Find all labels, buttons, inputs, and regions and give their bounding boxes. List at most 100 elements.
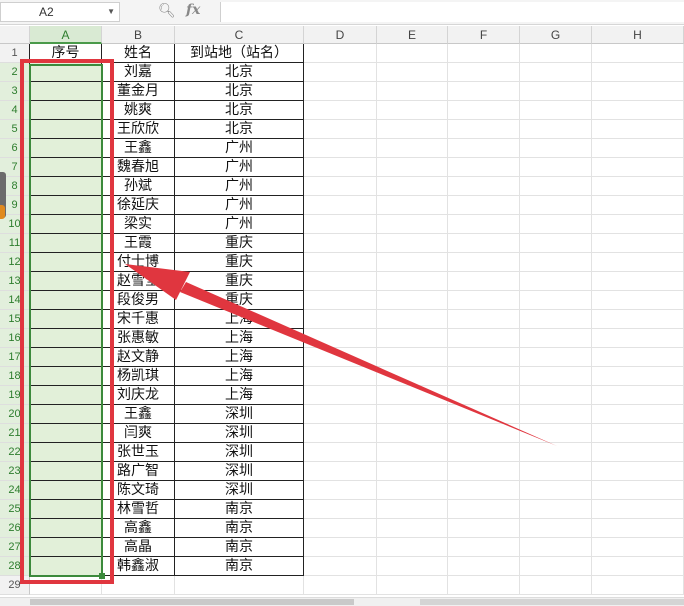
cell-d2[interactable] bbox=[304, 63, 377, 82]
cell-b11[interactable]: 王霞 bbox=[102, 234, 175, 253]
cell-g26[interactable] bbox=[520, 519, 592, 538]
row-header-11[interactable]: 11 bbox=[0, 234, 30, 253]
cell-h11[interactable] bbox=[592, 234, 684, 253]
cell-d5[interactable] bbox=[304, 120, 377, 139]
cell-b26[interactable]: 高鑫 bbox=[102, 519, 175, 538]
cell-d26[interactable] bbox=[304, 519, 377, 538]
row-header-27[interactable]: 27 bbox=[0, 538, 30, 557]
cell-h17[interactable] bbox=[592, 348, 684, 367]
cell-d22[interactable] bbox=[304, 443, 377, 462]
cell-e9[interactable] bbox=[377, 196, 448, 215]
cell-b28[interactable]: 韩鑫淑 bbox=[102, 557, 175, 576]
cell-a4[interactable] bbox=[30, 101, 102, 120]
cell-d13[interactable] bbox=[304, 272, 377, 291]
cell-b18[interactable]: 杨凯琪 bbox=[102, 367, 175, 386]
cell-f28[interactable] bbox=[448, 557, 520, 576]
cell-g1[interactable] bbox=[520, 44, 592, 63]
cell-b8[interactable]: 孙斌 bbox=[102, 177, 175, 196]
cell-c15[interactable]: 上海 bbox=[175, 310, 304, 329]
cell-f3[interactable] bbox=[448, 82, 520, 101]
cell-g20[interactable] bbox=[520, 405, 592, 424]
row-header-13[interactable]: 13 bbox=[0, 272, 30, 291]
cell-h14[interactable] bbox=[592, 291, 684, 310]
cell-a24[interactable] bbox=[30, 481, 102, 500]
row-header-1[interactable]: 1 bbox=[0, 44, 30, 63]
cell-c14[interactable]: 重庆 bbox=[175, 291, 304, 310]
cell-d15[interactable] bbox=[304, 310, 377, 329]
cell-b10[interactable]: 梁实 bbox=[102, 215, 175, 234]
cell-c8[interactable]: 广州 bbox=[175, 177, 304, 196]
cell-e16[interactable] bbox=[377, 329, 448, 348]
row-header-22[interactable]: 22 bbox=[0, 443, 30, 462]
cell-g19[interactable] bbox=[520, 386, 592, 405]
cell-g16[interactable] bbox=[520, 329, 592, 348]
cell-g7[interactable] bbox=[520, 158, 592, 177]
cell-c24[interactable]: 深圳 bbox=[175, 481, 304, 500]
cell-c23[interactable]: 深圳 bbox=[175, 462, 304, 481]
cell-b12[interactable]: 付士博 bbox=[102, 253, 175, 272]
cell-a25[interactable] bbox=[30, 500, 102, 519]
cell-b6[interactable]: 王鑫 bbox=[102, 139, 175, 158]
cell-c21[interactable]: 深圳 bbox=[175, 424, 304, 443]
cell-d18[interactable] bbox=[304, 367, 377, 386]
cell-a20[interactable] bbox=[30, 405, 102, 424]
row-header-10[interactable]: 10 bbox=[0, 215, 30, 234]
cell-e13[interactable] bbox=[377, 272, 448, 291]
cell-c18[interactable]: 上海 bbox=[175, 367, 304, 386]
cell-e20[interactable] bbox=[377, 405, 448, 424]
cell-d17[interactable] bbox=[304, 348, 377, 367]
fx-icon[interactable]: fx bbox=[186, 2, 200, 18]
cell-e5[interactable] bbox=[377, 120, 448, 139]
cell-h27[interactable] bbox=[592, 538, 684, 557]
row-header-2[interactable]: 2 bbox=[0, 63, 30, 82]
select-all-corner[interactable] bbox=[0, 26, 30, 44]
column-header-e[interactable]: E bbox=[377, 26, 448, 44]
cell-g6[interactable] bbox=[520, 139, 592, 158]
cell-a22[interactable] bbox=[30, 443, 102, 462]
cell-f13[interactable] bbox=[448, 272, 520, 291]
cell-d10[interactable] bbox=[304, 215, 377, 234]
cell-d3[interactable] bbox=[304, 82, 377, 101]
cell-h26[interactable] bbox=[592, 519, 684, 538]
cell-g29[interactable] bbox=[520, 576, 592, 595]
cell-d24[interactable] bbox=[304, 481, 377, 500]
cell-h2[interactable] bbox=[592, 63, 684, 82]
cell-e17[interactable] bbox=[377, 348, 448, 367]
row-header-15[interactable]: 15 bbox=[0, 310, 30, 329]
fill-handle[interactable] bbox=[99, 573, 105, 579]
cell-b9[interactable]: 徐延庆 bbox=[102, 196, 175, 215]
cell-h20[interactable] bbox=[592, 405, 684, 424]
cell-h8[interactable] bbox=[592, 177, 684, 196]
cell-h12[interactable] bbox=[592, 253, 684, 272]
cell-d8[interactable] bbox=[304, 177, 377, 196]
cell-f2[interactable] bbox=[448, 63, 520, 82]
cell-g5[interactable] bbox=[520, 120, 592, 139]
cell-h5[interactable] bbox=[592, 120, 684, 139]
cell-b13[interactable]: 赵雪莹 bbox=[102, 272, 175, 291]
cell-g13[interactable] bbox=[520, 272, 592, 291]
cell-h22[interactable] bbox=[592, 443, 684, 462]
cell-g3[interactable] bbox=[520, 82, 592, 101]
cell-e29[interactable] bbox=[377, 576, 448, 595]
cell-g21[interactable] bbox=[520, 424, 592, 443]
cell-a1[interactable]: 序号 bbox=[30, 44, 102, 63]
cell-e8[interactable] bbox=[377, 177, 448, 196]
cell-f6[interactable] bbox=[448, 139, 520, 158]
cell-h13[interactable] bbox=[592, 272, 684, 291]
cell-c5[interactable]: 北京 bbox=[175, 120, 304, 139]
cell-a12[interactable] bbox=[30, 253, 102, 272]
cell-b5[interactable]: 王欣欣 bbox=[102, 120, 175, 139]
cell-c12[interactable]: 重庆 bbox=[175, 253, 304, 272]
cell-e18[interactable] bbox=[377, 367, 448, 386]
cell-h29[interactable] bbox=[592, 576, 684, 595]
cell-e3[interactable] bbox=[377, 82, 448, 101]
cell-d1[interactable] bbox=[304, 44, 377, 63]
cell-f25[interactable] bbox=[448, 500, 520, 519]
cell-a2[interactable] bbox=[30, 63, 102, 82]
cell-d16[interactable] bbox=[304, 329, 377, 348]
cell-d11[interactable] bbox=[304, 234, 377, 253]
cell-b16[interactable]: 张惠敏 bbox=[102, 329, 175, 348]
cell-e25[interactable] bbox=[377, 500, 448, 519]
cell-b7[interactable]: 魏春旭 bbox=[102, 158, 175, 177]
cell-g14[interactable] bbox=[520, 291, 592, 310]
